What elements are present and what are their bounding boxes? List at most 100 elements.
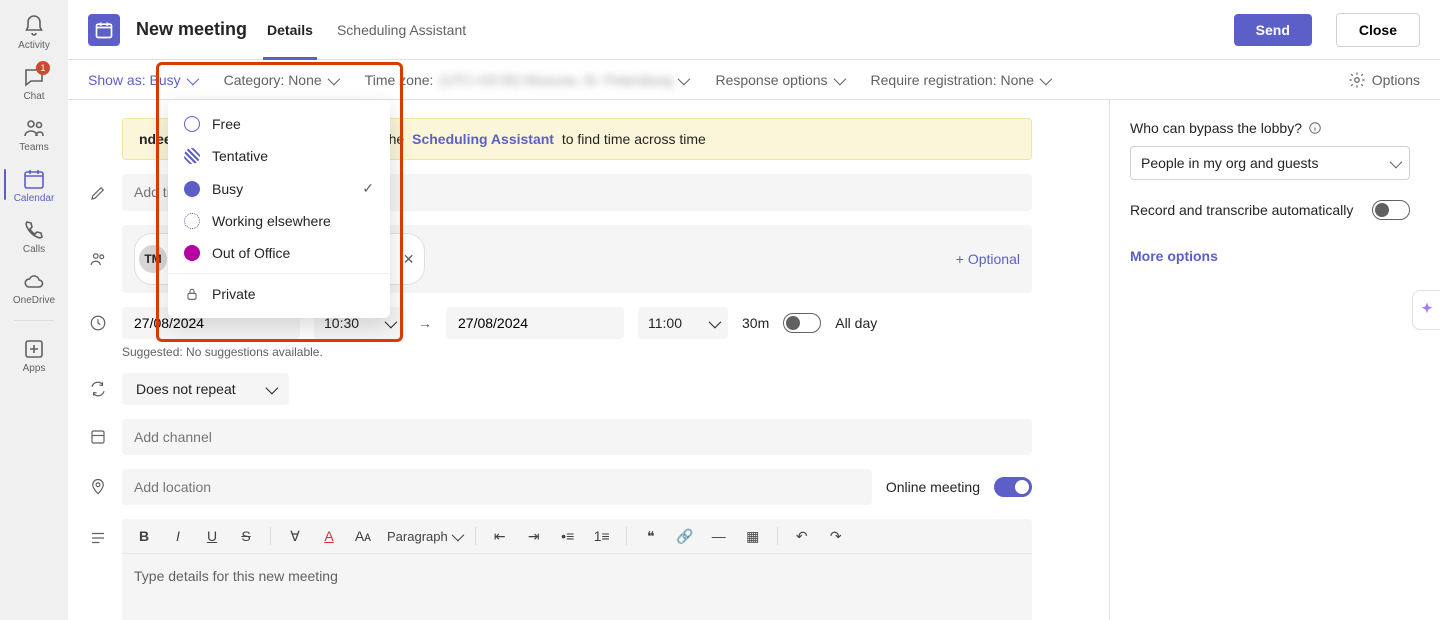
font-color-button[interactable]: A [319,528,339,544]
show-as-tentative[interactable]: Tentative [168,140,390,172]
rail-apps[interactable]: Apps [4,331,64,378]
scheduling-assistant-link[interactable]: Scheduling Assistant [412,131,554,147]
undo-button[interactable]: ↶ [792,528,812,545]
info-icon[interactable] [1308,121,1322,135]
rail-separator [14,320,54,321]
require-registration-dropdown[interactable]: Require registration: None [871,72,1049,88]
repeat-icon [88,380,108,398]
menu-separator [168,273,390,274]
underline-button[interactable]: U [202,528,222,544]
more-options-link[interactable]: More options [1130,248,1410,264]
rte-toolbar: B I U S ∀ A Aᴀ Paragraph ⇤ ⇥ •≡ 1≡ ❝ [122,519,1032,554]
table-button[interactable]: ▦ [743,528,763,545]
category-label: Category: None [224,72,322,88]
show-as-oof[interactable]: Out of Office [168,237,390,269]
arrow-right-icon: → [418,315,432,331]
chevron-down-icon [328,72,337,88]
end-date-input[interactable] [446,307,624,339]
online-meeting-toggle[interactable] [994,477,1032,497]
bullet-list-button[interactable]: •≡ [558,528,578,544]
show-as-busy[interactable]: Busy✓ [168,172,390,205]
copilot-fab[interactable] [1412,290,1440,330]
tab-details[interactable]: Details [263,0,317,60]
strike-button[interactable]: S [236,528,256,544]
list-icon [88,529,108,547]
location-input[interactable] [122,469,872,505]
chevron-down-icon [678,72,687,88]
send-button[interactable]: Send [1234,14,1312,46]
channel-input[interactable] [122,419,1032,455]
end-time-select[interactable]: 11:00 [638,307,728,339]
chat-badge: 1 [36,61,50,75]
page-title: New meeting [136,19,247,40]
phone-icon [22,218,46,242]
rail-label: Apps [23,363,46,374]
all-day-label: All day [835,315,877,331]
chevron-down-icon [1390,155,1399,171]
status-tentative-icon [184,148,200,164]
timezone-dropdown[interactable]: Time zone: (UTC+03:00) Moscow, St. Peter… [365,72,688,88]
rail-activity[interactable]: Activity [4,8,64,55]
rail-chat[interactable]: 1 Chat [4,59,64,106]
text-highlight-button[interactable]: ∀ [285,528,305,545]
rail-label: Calendar [14,193,55,204]
rail-calendar[interactable]: Calendar [4,161,64,208]
require-registration-label: Require registration: None [871,72,1034,88]
description-editor[interactable]: B I U S ∀ A Aᴀ Paragraph ⇤ ⇥ •≡ 1≡ ❝ [122,519,1032,620]
indent-increase-button[interactable]: ⇥ [524,528,544,545]
apps-icon [22,337,46,361]
italic-button[interactable]: I [168,528,188,544]
duration-label: 30m [742,315,769,331]
bold-button[interactable]: B [134,528,154,544]
show-as-dropdown[interactable]: Show as: Busy [88,72,196,88]
show-as-elsewhere[interactable]: Working elsewhere [168,205,390,237]
pencil-icon [88,184,108,202]
rail-calls[interactable]: Calls [4,212,64,259]
number-list-button[interactable]: 1≡ [592,528,612,544]
hr-button[interactable]: — [709,528,729,544]
header: New meeting Details Scheduling Assistant… [68,0,1440,60]
font-size-button[interactable]: Aᴀ [353,528,373,544]
sparkle-icon [1418,301,1436,319]
rail-teams[interactable]: Teams [4,110,64,157]
record-label: Record and transcribe automatically [1130,202,1358,218]
calendar-icon [22,167,46,191]
category-dropdown[interactable]: Category: None [224,72,337,88]
online-meeting-label: Online meeting [886,479,980,495]
description-placeholder[interactable]: Type details for this new meeting [122,554,1032,620]
people-icon [22,116,46,140]
avatar: TM [139,245,167,273]
lobby-bypass-select[interactable]: People in my org and guests [1130,146,1410,180]
paragraph-select[interactable]: Paragraph [387,529,461,544]
rail-label: Chat [23,91,44,102]
recurrence-select[interactable]: Does not repeat [122,373,289,405]
chevron-down-icon [452,529,461,544]
indent-decrease-button[interactable]: ⇤ [490,528,510,545]
lobby-label: Who can bypass the lobby? [1130,120,1410,136]
clock-icon [88,314,108,332]
banner-suffix: to find time across time [562,131,706,147]
calendar-app-icon [88,14,120,46]
response-options-dropdown[interactable]: Response options [715,72,842,88]
show-as-private[interactable]: Private [168,278,390,310]
options-button[interactable]: Options [1348,71,1420,89]
tab-scheduling-assistant[interactable]: Scheduling Assistant [333,0,470,60]
quote-button[interactable]: ❝ [641,528,661,545]
status-free-icon [184,116,200,132]
close-button[interactable]: Close [1336,13,1420,47]
record-toggle[interactable] [1372,200,1410,220]
gear-icon [1348,71,1366,89]
redo-button[interactable]: ↷ [826,528,846,545]
remove-attendee-icon[interactable]: ✕ [403,251,415,268]
left-rail: Activity 1 Chat Teams Calendar Calls One… [0,0,68,620]
link-button[interactable]: 🔗 [675,528,695,545]
chevron-down-icon [834,72,843,88]
status-busy-icon [184,181,200,197]
all-day-toggle[interactable] [783,313,821,333]
show-as-free[interactable]: Free [168,108,390,140]
add-optional-link[interactable]: + Optional [956,251,1020,267]
show-as-label: Show as: Busy [88,72,181,88]
rail-label: Teams [19,142,48,153]
rail-onedrive[interactable]: OneDrive [4,263,64,310]
lock-icon [184,286,200,302]
